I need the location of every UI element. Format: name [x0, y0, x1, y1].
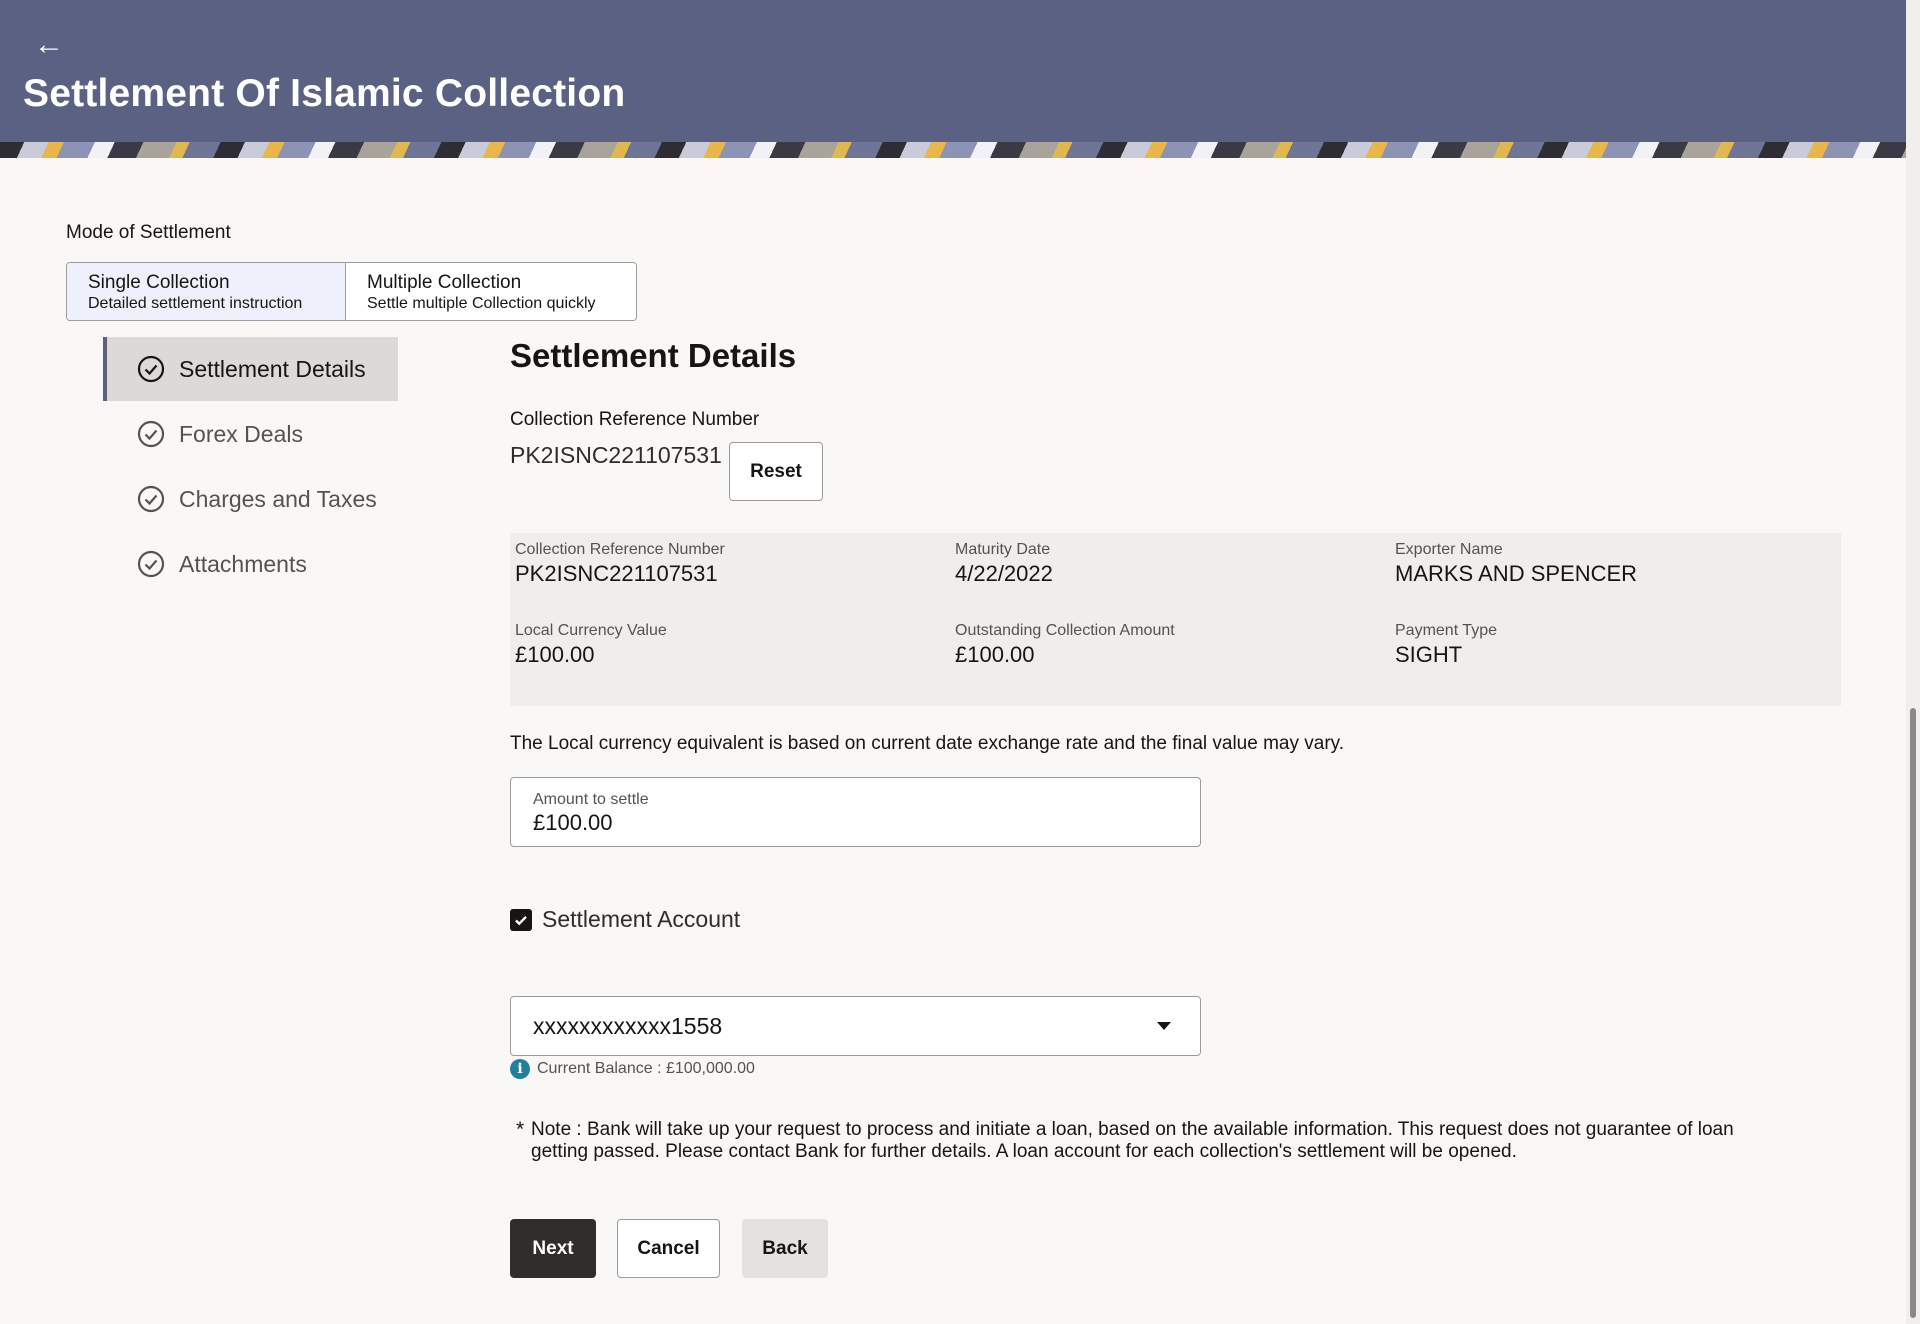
- scrollbar-thumb[interactable]: [1910, 708, 1916, 1318]
- summary-value: £100.00: [515, 642, 595, 667]
- summary-value: £100.00: [955, 642, 1035, 667]
- back-arrow-icon[interactable]: ←: [34, 30, 64, 60]
- single-collection-subtitle: Detailed settlement instruction: [88, 295, 303, 312]
- single-collection-title: Single Collection: [88, 272, 230, 293]
- summary-label: Payment Type: [1395, 622, 1497, 639]
- summary-value: MARKS AND SPENCER: [1395, 561, 1638, 586]
- cancel-button[interactable]: Cancel: [617, 1219, 720, 1278]
- amount-label: Amount to settle: [533, 791, 649, 808]
- multiple-collection-subtitle: Settle multiple Collection quickly: [367, 295, 596, 312]
- summary-local-currency-value: Local Currency Value £100.00: [515, 621, 667, 669]
- step-label: Forex Deals: [179, 420, 303, 447]
- summary-label: Outstanding Collection Amount: [955, 622, 1175, 639]
- summary-label: Local Currency Value: [515, 622, 667, 639]
- settlement-account-checkbox[interactable]: Settlement Account: [510, 906, 740, 933]
- collection-reference-label: Collection Reference Number: [510, 409, 760, 430]
- page-title: Settlement Of Islamic Collection: [23, 72, 626, 115]
- multiple-collection-title: Multiple Collection: [367, 272, 522, 293]
- exchange-rate-note: The Local currency equivalent is based o…: [510, 733, 1345, 754]
- summary-label: Maturity Date: [955, 541, 1051, 558]
- summary-value: PK2ISNC221107531: [515, 561, 718, 586]
- selected-account-value: xxxxxxxxxxxx1558: [533, 1012, 723, 1039]
- next-button[interactable]: Next: [510, 1219, 596, 1278]
- info-icon: i: [510, 1059, 530, 1079]
- section-title: Settlement Details: [510, 337, 797, 374]
- amount-to-settle-field[interactable]: Amount to settle £100.00: [510, 777, 1201, 847]
- caret-down-icon[interactable]: [1157, 1022, 1171, 1030]
- collection-summary-panel: Collection Reference Number PK2ISNC22110…: [510, 533, 1841, 706]
- single-collection-option[interactable]: Single Collection Detailed settlement in…: [67, 263, 346, 320]
- settlement-account-select[interactable]: xxxxxxxxxxxx1558: [510, 996, 1201, 1056]
- current-balance-hint: i Current Balance : £100,000.00: [510, 1059, 755, 1079]
- multiple-collection-option[interactable]: Multiple Collection Settle multiple Coll…: [346, 263, 636, 320]
- summary-label: Collection Reference Number: [515, 541, 725, 558]
- check-circle-icon: [137, 420, 165, 448]
- step-label: Settlement Details: [179, 355, 366, 382]
- mode-of-settlement-label: Mode of Settlement: [66, 222, 231, 243]
- summary-exporter-name: Exporter Name MARKS AND SPENCER: [1395, 540, 1637, 588]
- checkbox-checked-icon[interactable]: [510, 908, 532, 931]
- amount-value[interactable]: £100.00: [533, 809, 1200, 836]
- check-circle-icon: [137, 550, 165, 578]
- header-decorative-band: [0, 142, 1906, 158]
- step-label: Charges and Taxes: [179, 485, 377, 512]
- collection-reference-value: PK2ISNC221107531: [510, 442, 722, 468]
- summary-label: Exporter Name: [1395, 541, 1503, 558]
- page-header: ← Settlement Of Islamic Collection: [0, 0, 1906, 158]
- loan-disclaimer-note: * Note : Bank will take up your request …: [516, 1119, 1736, 1163]
- step-attachments[interactable]: Attachments: [103, 532, 398, 596]
- settlement-account-label: Settlement Account: [542, 906, 741, 932]
- summary-outstanding-amount: Outstanding Collection Amount £100.00: [955, 621, 1175, 669]
- summary-collection-reference: Collection Reference Number PK2ISNC22110…: [515, 540, 725, 588]
- step-label: Attachments: [179, 550, 307, 577]
- summary-maturity-date: Maturity Date 4/22/2022: [955, 540, 1053, 588]
- step-charges-and-taxes[interactable]: Charges and Taxes: [103, 467, 398, 531]
- check-circle-icon: [137, 355, 165, 383]
- summary-value: SIGHT: [1395, 642, 1463, 667]
- summary-payment-type: Payment Type SIGHT: [1395, 621, 1497, 669]
- step-settlement-details[interactable]: Settlement Details: [103, 337, 398, 401]
- check-circle-icon: [137, 485, 165, 513]
- asterisk-marker: *: [516, 1118, 525, 1141]
- back-button[interactable]: Back: [742, 1219, 828, 1278]
- reset-button[interactable]: Reset: [729, 442, 823, 501]
- step-forex-deals[interactable]: Forex Deals: [103, 402, 398, 466]
- summary-value: 4/22/2022: [955, 561, 1053, 586]
- mode-of-settlement-toggle: Single Collection Detailed settlement in…: [66, 262, 637, 321]
- current-balance-text: Current Balance : £100,000.00: [537, 1060, 755, 1077]
- loan-note-text: Note : Bank will take up your request to…: [531, 1119, 1734, 1162]
